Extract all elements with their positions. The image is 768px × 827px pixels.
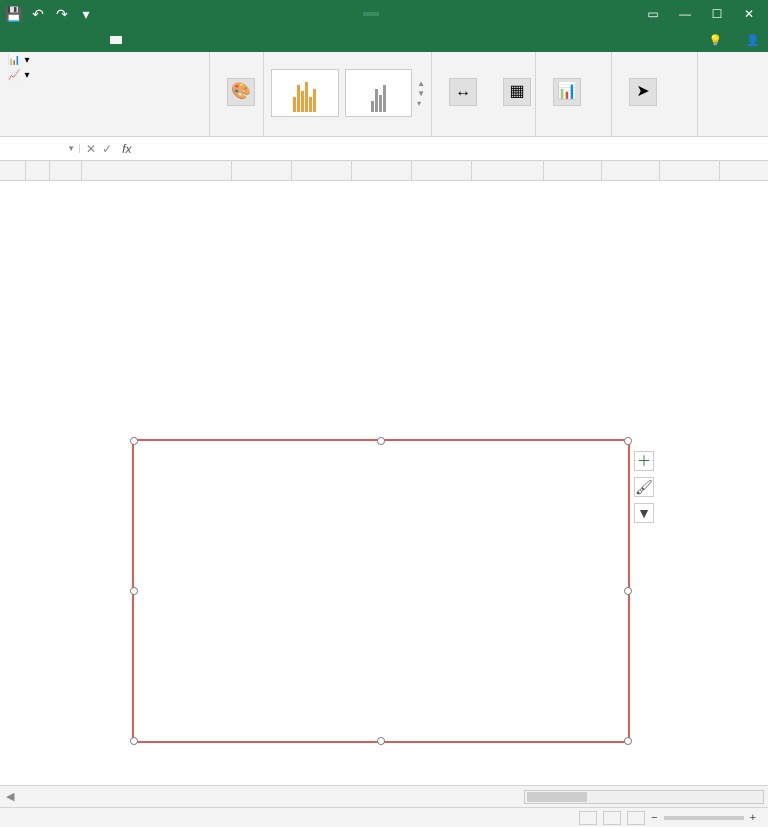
zoom-out-icon[interactable]: − [651,812,657,824]
name-box[interactable]: ▼ [0,144,80,153]
group-data-label [438,132,529,134]
contextual-title [363,12,379,16]
group-type-label [542,132,605,134]
undo-icon[interactable]: ↶ [28,4,48,24]
col-header[interactable] [472,161,544,180]
col-header[interactable] [292,161,352,180]
formula-bar: ▼ ✕ ✓ fx [0,137,768,161]
qat-more-icon[interactable]: ▾ [76,4,96,24]
tab-share[interactable]: 👤 [740,30,766,51]
zoom-in-icon[interactable]: + [750,812,756,824]
tab-help[interactable]: 💡 [703,30,729,51]
col-header[interactable] [82,161,232,180]
change-colors-button[interactable]: 🎨 [216,76,266,110]
chart-filter-button[interactable]: ▼ [634,503,654,523]
col-header[interactable] [544,161,602,180]
select-all-button[interactable] [0,161,26,180]
view-normal-button[interactable] [579,811,597,825]
style-gallery-down-icon[interactable]: ▼ [417,89,425,98]
zoom-slider[interactable] [664,816,744,820]
tab-insert[interactable] [26,36,38,44]
tab-data[interactable] [62,36,74,44]
cancel-icon[interactable]: ✕ [86,142,96,156]
group-location-label [618,132,691,134]
fx-icon[interactable]: fx [118,142,135,156]
status-bar: − + [0,807,768,827]
embedded-chart[interactable]: ＋ 🖌 ▼ [132,439,630,743]
tab-view[interactable] [86,36,98,44]
col-header[interactable] [232,161,292,180]
tab-file[interactable] [2,36,14,44]
col-header[interactable] [412,161,472,180]
minimize-icon[interactable]: — [670,4,700,24]
chart-style-thumb[interactable] [345,69,413,117]
tab-formulas[interactable] [50,36,62,44]
ribbon-tabs: 💡 👤 [0,28,768,52]
redo-icon[interactable]: ↷ [52,4,72,24]
chart-style-thumb[interactable] [271,69,339,117]
style-gallery-up-icon[interactable]: ▲ [417,79,425,88]
ribbon-options-icon[interactable]: ▭ [638,4,668,24]
col-header[interactable] [352,161,412,180]
select-data-button[interactable]: ▦ [492,76,542,110]
column-headers [0,161,768,181]
view-break-button[interactable] [627,811,645,825]
col-header[interactable] [50,161,82,180]
tab-layout[interactable] [38,36,50,44]
chart-plus-button[interactable]: ＋ [634,451,654,471]
col-header[interactable] [602,161,660,180]
add-chart-element-button[interactable]: 📊 ▾ [6,54,31,67]
quick-layout-button[interactable]: 📈 ▾ [6,69,31,82]
chevron-down-icon[interactable]: ▼ [67,144,75,153]
enter-icon[interactable]: ✓ [102,142,112,156]
change-chart-type-button[interactable]: 📊 [542,76,592,110]
worksheet-grid[interactable]: ＋ 🖌 ▼ [0,161,768,785]
maximize-icon[interactable]: ☐ [702,4,732,24]
view-page-button[interactable] [603,811,621,825]
move-chart-button[interactable]: ➤ [618,76,668,110]
style-gallery-more-icon[interactable]: ▾ [417,99,425,108]
group-layouts-label [6,132,203,134]
col-header[interactable] [660,161,720,180]
horizontal-scrollbar[interactable] [524,790,764,804]
chart-legend[interactable] [134,607,628,623]
tab-home[interactable] [14,36,26,44]
sheet-tab-bar: ◀ [0,785,768,807]
close-icon[interactable]: ✕ [734,4,764,24]
chart-brush-button[interactable]: 🖌 [634,477,654,497]
ribbon: 📊 ▾ 📈 ▾ 🎨 ▲▼▾ ↔ ▦ 📊 ➤ [0,52,768,137]
title-bar: 💾 ↶ ↷ ▾ ▭ — ☐ ✕ [0,0,768,28]
switch-row-col-button[interactable]: ↔ [438,76,488,110]
tab-design[interactable] [110,36,122,44]
tab-review[interactable] [74,36,86,44]
save-icon[interactable]: 💾 [4,4,24,24]
tab-login[interactable] [728,36,740,44]
group-styles-label [270,132,425,134]
sheet-nav-prev-icon[interactable]: ◀ [6,790,14,803]
col-header[interactable] [26,161,50,180]
tab-dev[interactable] [98,36,110,44]
tab-format[interactable] [122,36,134,44]
formula-input[interactable] [135,143,768,155]
